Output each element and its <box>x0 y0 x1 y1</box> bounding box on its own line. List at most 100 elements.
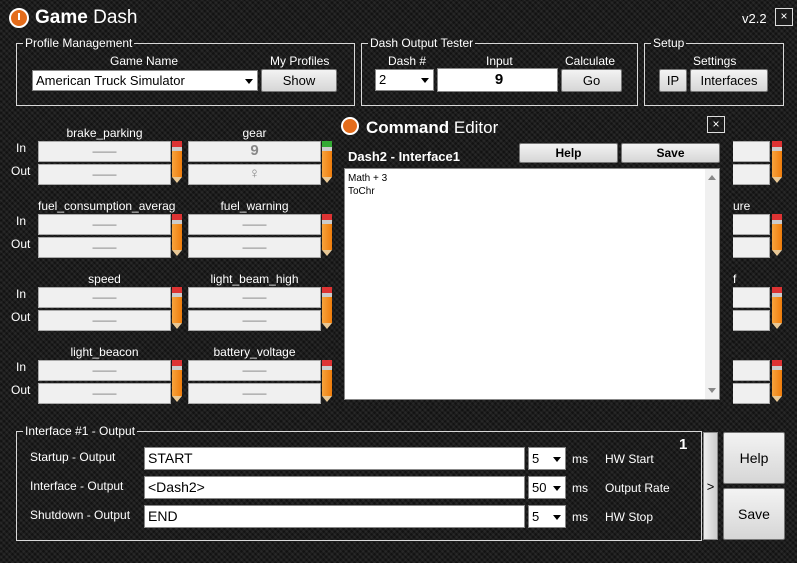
editor-save-button[interactable]: Save <box>621 143 720 163</box>
command-text-area[interactable]: Math + 3 ToChr <box>344 168 720 400</box>
out-row-label: Out <box>11 164 31 178</box>
help-button[interactable]: Help <box>723 432 785 484</box>
channel-out-value: —— <box>38 237 171 258</box>
command-line: Math + 3 <box>348 173 388 184</box>
interface-number: 1 <box>679 436 688 453</box>
output-command-field[interactable]: START <box>144 447 525 470</box>
channel-in-value: —— <box>38 287 171 308</box>
editor-title: Command Editor <box>366 118 499 137</box>
output-ms-select[interactable]: 5 <box>528 447 566 470</box>
pencil-edit-icon[interactable] <box>172 214 182 256</box>
chevron-down-icon <box>553 514 561 520</box>
out-row-label: Out <box>11 237 31 251</box>
pencil-edit-icon[interactable] <box>772 214 782 256</box>
channel-label: gear <box>242 126 267 140</box>
app-logo-icon <box>9 8 29 28</box>
ms-unit-label: ms <box>572 510 588 524</box>
output-ms-select[interactable]: 50 <box>528 476 566 499</box>
close-button[interactable]: × <box>775 8 793 26</box>
channel-label: light_beam_high <box>210 272 299 286</box>
command-line: ToChr <box>348 186 375 197</box>
input-label: Input <box>486 54 513 68</box>
partial-in-value <box>732 214 770 235</box>
partial-out-value <box>732 310 770 331</box>
pencil-edit-icon[interactable] <box>322 360 332 402</box>
pencil-edit-icon[interactable] <box>172 360 182 402</box>
ip-button[interactable]: IP <box>659 69 687 92</box>
output-row-label: Shutdown - Output <box>30 508 131 522</box>
pencil-edit-icon[interactable] <box>172 141 182 183</box>
title-bar: Game Dash v2.2 × <box>0 0 797 36</box>
output-command-field[interactable]: END <box>144 505 525 528</box>
chevron-down-icon <box>553 456 561 462</box>
ms-value: 5 <box>532 509 540 524</box>
my-profiles-label: My Profiles <box>270 54 330 68</box>
editor-subtitle: Dash2 - Interface1 <box>348 149 460 164</box>
channel-out-value: —— <box>38 164 171 185</box>
interface-output-legend: Interface #1 - Output <box>25 424 136 438</box>
partial-out-value <box>732 237 770 258</box>
editor-scrollbar[interactable] <box>705 169 719 399</box>
interfaces-button[interactable]: Interfaces <box>690 69 768 92</box>
pencil-edit-icon[interactable] <box>322 141 332 183</box>
in-row-label: In <box>16 141 27 155</box>
channel-in-value: —— <box>188 287 321 308</box>
command-editor-window: Command Editor × Dash2 - Interface1 Help… <box>334 112 733 405</box>
editor-help-button[interactable]: Help <box>519 143 618 163</box>
game-select-value: American Truck Simulator <box>36 73 185 88</box>
ms-value: 50 <box>532 480 547 495</box>
dash-number-select[interactable]: 2 <box>375 69 434 91</box>
channel-label: fuel_consumption_averag <box>38 199 176 213</box>
dash-number-value: 2 <box>379 72 387 87</box>
pencil-edit-icon[interactable] <box>772 360 782 402</box>
editor-logo-icon <box>341 117 359 135</box>
output-ms-select[interactable]: 5 <box>528 505 566 528</box>
app-title: Game Dash <box>35 7 138 28</box>
test-input-field[interactable]: 9 <box>437 68 558 92</box>
hw-label: HW Start <box>605 452 654 466</box>
partial-in-value <box>732 360 770 381</box>
pencil-edit-icon[interactable] <box>172 287 182 329</box>
chevron-down-icon <box>421 78 429 83</box>
pencil-edit-icon[interactable] <box>322 214 332 256</box>
dash-output-tester-legend: Dash Output Tester <box>370 36 474 50</box>
pencil-edit-icon[interactable] <box>322 287 332 329</box>
next-interface-button[interactable]: > <box>703 432 718 540</box>
chevron-down-icon <box>245 78 253 84</box>
save-button[interactable]: Save <box>723 488 785 540</box>
game-select[interactable]: American Truck Simulator <box>32 70 258 91</box>
channel-label: speed <box>88 272 121 286</box>
channel-in-value: 9 <box>188 141 321 162</box>
chevron-down-icon <box>553 485 561 491</box>
editor-close-button[interactable]: × <box>707 116 725 133</box>
scroll-up-icon[interactable] <box>708 175 716 180</box>
channel-in-value: —— <box>188 214 321 235</box>
partial-out-value <box>732 383 770 404</box>
hw-label: HW Stop <box>605 510 654 524</box>
pencil-edit-icon[interactable] <box>772 141 782 183</box>
go-button[interactable]: Go <box>561 69 622 92</box>
show-profiles-button[interactable]: Show <box>261 69 337 92</box>
in-row-label: In <box>16 214 27 228</box>
output-row-label: Interface - Output <box>30 479 124 493</box>
partial-in-value <box>732 141 770 162</box>
game-name-label: Game Name <box>110 54 179 68</box>
channel-out-value: —— <box>38 383 171 404</box>
channel-out-value: ♀ <box>188 164 321 185</box>
pencil-edit-icon[interactable] <box>772 287 782 329</box>
output-command-field[interactable]: <Dash2> <box>144 476 525 499</box>
partial-out-value <box>732 164 770 185</box>
in-row-label: In <box>16 287 27 301</box>
ms-value: 5 <box>532 451 540 466</box>
scroll-down-icon[interactable] <box>708 388 716 393</box>
profile-management-legend: Profile Management <box>25 36 133 50</box>
in-row-label: In <box>16 360 27 374</box>
out-row-label: Out <box>11 310 31 324</box>
channel-out-value: —— <box>188 310 321 331</box>
out-row-label: Out <box>11 383 31 397</box>
version-label: v2.2 <box>742 11 767 26</box>
channel-label: fuel_warning <box>220 199 289 213</box>
partial-channel-label: ure <box>733 199 751 213</box>
channel-label: battery_voltage <box>213 345 296 359</box>
channel-in-value: —— <box>188 360 321 381</box>
